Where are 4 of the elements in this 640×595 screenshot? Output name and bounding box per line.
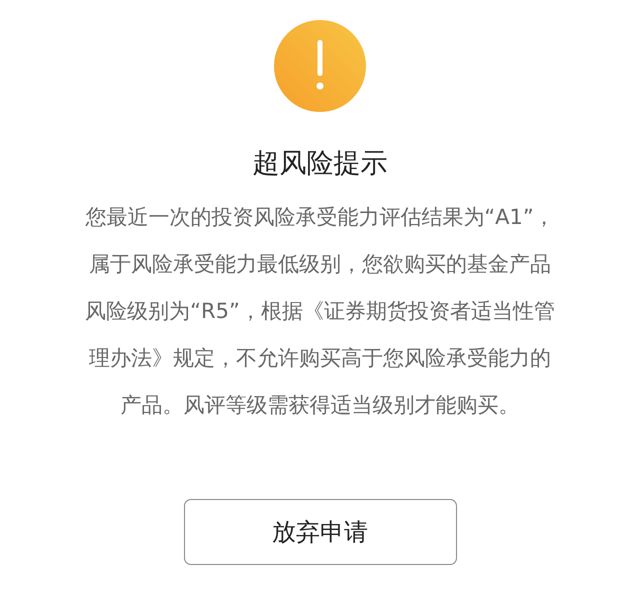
warning-message: 您最近一次的投资风险承受能力评估结果为“A1”，属于风险承受能力最低级别，您欲购买的基金产品风险级别为“R5”，根据《证券期货投资者适当性管理办法》规定，不允许购买高于您风险承受能力的产品。风评等级需获得适当级别才能购买。 <box>84 204 556 419</box>
cancel-application-button[interactable]: 放弃申请 <box>184 499 456 565</box>
warning-icon <box>274 20 366 112</box>
dialog-title: 超风险提示 <box>252 147 388 181</box>
